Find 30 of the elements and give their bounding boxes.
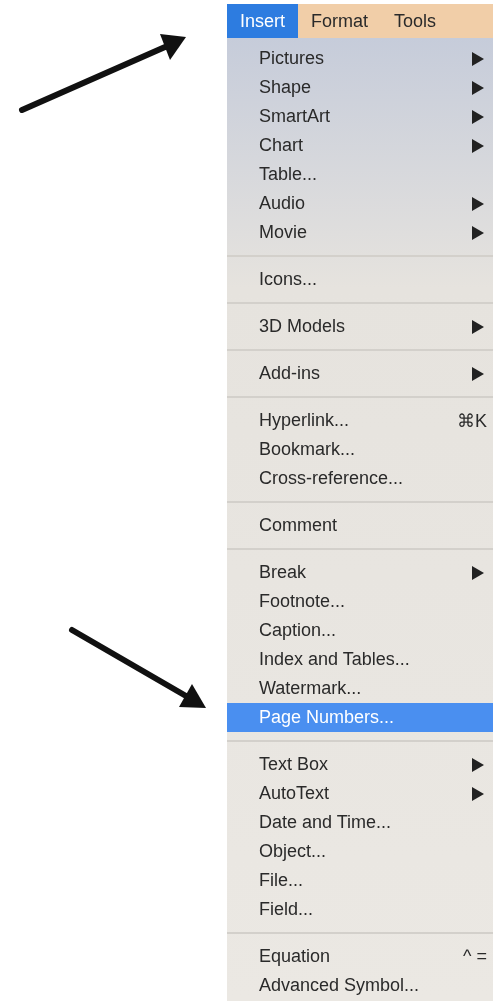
menu-item[interactable]: Movie [227, 218, 493, 247]
menu-item[interactable]: Cross-reference... [227, 464, 493, 493]
menu-bar-item[interactable]: Insert [227, 4, 299, 38]
menu-item[interactable]: Hyperlink... ⌘K [227, 406, 493, 435]
menu-item[interactable]: Break [227, 558, 493, 587]
menu-item[interactable]: Index and Tables... [227, 645, 493, 674]
menu-item[interactable]: Table... [227, 160, 493, 189]
menu-item[interactable]: Pictures [227, 44, 493, 73]
menu-item[interactable]: Date and Time... [227, 808, 493, 837]
menu-item[interactable]: Add-ins [227, 359, 493, 388]
menu-item[interactable]: SmartArt [227, 102, 493, 131]
menu-item[interactable]: Watermark... [227, 674, 493, 703]
menu-item[interactable]: Icons... [227, 265, 493, 294]
menu-item[interactable]: AutoText [227, 779, 493, 808]
menu-item[interactable]: Caption... [227, 616, 493, 645]
menu-item[interactable]: Object... [227, 837, 493, 866]
menu-item[interactable]: Footnote... [227, 587, 493, 616]
menu-item[interactable]: Field... [227, 895, 493, 924]
menu-item[interactable]: Comment [227, 511, 493, 540]
menu-item[interactable]: Shape [227, 73, 493, 102]
menu-item[interactable]: Chart [227, 131, 493, 160]
menu-item[interactable]: Equation ^ = [227, 942, 493, 971]
menu-bar-item[interactable]: Format [298, 4, 382, 38]
menu-item[interactable]: Text Box [227, 750, 493, 779]
menu-bar-item[interactable]: Tools [381, 4, 450, 38]
menu-item[interactable]: Advanced Symbol... [227, 971, 493, 1000]
menu-item[interactable]: Bookmark... [227, 435, 493, 464]
menu-item[interactable]: 3D Models [227, 312, 493, 341]
menu-item[interactable]: Audio [227, 189, 493, 218]
menu-item[interactable]: File... [227, 866, 493, 895]
